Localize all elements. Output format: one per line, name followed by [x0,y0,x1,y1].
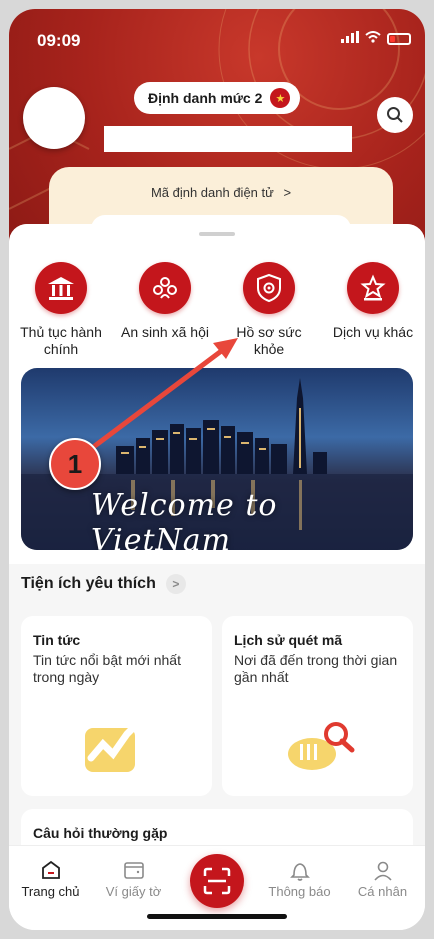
step-number-badge: 1 [49,438,101,490]
screenshot-frame: 09:09 Định danh mức 2 ★ Mã định danh điệ… [0,0,434,939]
